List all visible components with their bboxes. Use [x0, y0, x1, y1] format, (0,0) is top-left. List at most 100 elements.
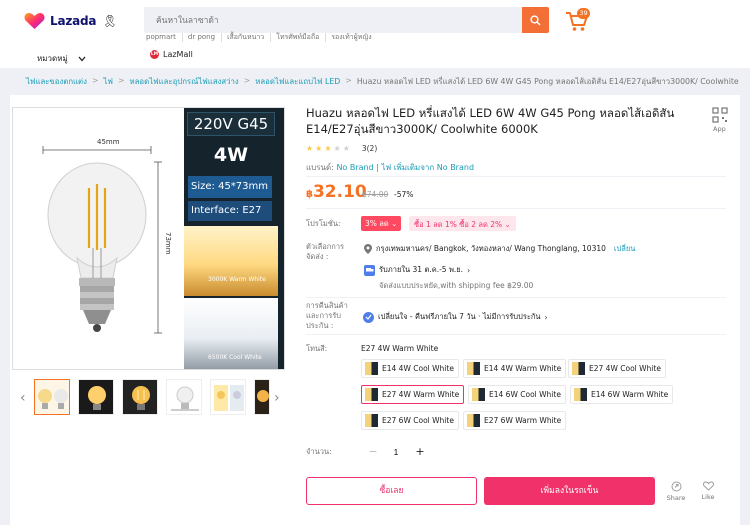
thumbnail[interactable]	[254, 379, 270, 415]
variant-thumbnail	[365, 362, 378, 375]
more-from-brand-link[interactable]: ไฟ เพิ่มเติมจาก No Brand	[381, 163, 474, 172]
star-icon: ★	[324, 144, 332, 153]
variant-option-selected[interactable]: E27 4W Warm White	[361, 385, 465, 404]
search-icon	[530, 14, 541, 26]
variant-thumbnail	[467, 414, 480, 427]
breadcrumb: ไฟและของตกแต่ง > ไฟ > หลอดไฟและอุปกรณ์ไฟ…	[26, 76, 739, 88]
location-text: กรุงเทพมหานคร/ Bangkok, วังทองหลาง/ Wang…	[376, 244, 606, 253]
brand-line: แบรนด์: No Brand | ไฟ เพิ่มเติมจาก No Br…	[306, 161, 474, 174]
search-bar	[144, 7, 549, 33]
variant-thumbnail	[365, 414, 378, 427]
change-location-link[interactable]: เปลี่ยน	[614, 243, 635, 255]
like-label: Like	[701, 493, 715, 501]
quick-link[interactable]: รองเท้าผู้หญิง	[331, 33, 377, 42]
heart-icon	[702, 481, 714, 491]
thumbnail[interactable]	[122, 379, 158, 415]
breadcrumb-item[interactable]: หลอดไฟและแถบไฟ LED	[255, 76, 340, 88]
price-currency: ฿	[306, 189, 313, 200]
size-label: Size: 45*73mm	[188, 176, 272, 198]
quantity-input[interactable]	[385, 444, 407, 460]
breadcrumb-separator: >	[117, 76, 125, 85]
add-to-cart-button[interactable]: เพิ่มลงในรถเข็น	[484, 477, 655, 505]
voltage-label: 220V G45	[187, 112, 275, 136]
thumbnail[interactable]	[210, 379, 246, 415]
promo-chip[interactable]: ซื้อ 1 ลด 1% ซื้อ 2 ลด 2% ⌄	[409, 216, 516, 231]
variant-option-label: E27 6W Warm White	[484, 416, 562, 425]
share-label: Share	[666, 494, 686, 502]
warm-light-swatch	[184, 226, 278, 296]
shipping-fee: จัดส่งแบบประหยัด,with shipping fee ฿29.0…	[379, 281, 534, 290]
promo-chip[interactable]: 3% ลด ⌄	[361, 216, 402, 231]
breadcrumb-separator: >	[91, 76, 99, 85]
delivery-time[interactable]: รับภายใน 31 ต.ค.-5 พ.ย. ›	[364, 264, 470, 276]
ribbon-icon: 🎗	[102, 14, 118, 28]
rating[interactable]: ★ ★ ★ ★ ★ 3(2)	[306, 144, 377, 153]
quantity-decrease-button[interactable]: −	[364, 444, 382, 460]
quick-link[interactable]: เสื้อกันหนาว	[227, 33, 272, 42]
lazmall-link[interactable]: LM LazMall	[150, 50, 193, 59]
wattage-label: 4W	[213, 144, 249, 166]
bulb-illustration	[42, 146, 162, 334]
breadcrumb-item[interactable]: ไฟและของตกแต่ง	[26, 76, 87, 88]
breadcrumb-item[interactable]: ไฟ	[103, 76, 112, 88]
variant-option-label: E14 4W Cool White	[382, 364, 454, 373]
return-policy[interactable]: เปลี่ยนใจ - คืนฟรีภายใน 7 วัน · ไม่มีการ…	[363, 311, 548, 323]
variant-label: โทนสี:	[306, 344, 328, 353]
thumbnail-next-icon[interactable]: ›	[274, 390, 280, 406]
chevron-down-icon	[78, 56, 86, 61]
promotion-label: โปรโมชั่น:	[306, 219, 341, 228]
lazada-logo[interactable]: Lazada 🎗	[24, 12, 118, 30]
selected-variant-text: E27 4W Warm White	[361, 344, 439, 353]
dimension-height-label: 73mm	[164, 232, 172, 255]
product-main-image[interactable]: 45mm 73mm 220V G45 4W Size: 45*73mm Inte…	[12, 107, 285, 370]
quantity-increase-button[interactable]: +	[411, 444, 429, 460]
variant-option-label: E14 6W Cool White	[489, 390, 561, 399]
variant-option-label: E27 6W Cool White	[382, 416, 454, 425]
search-input[interactable]	[144, 7, 522, 33]
quick-link[interactable]: โทรศัพท์มือถือ	[276, 33, 327, 42]
divider	[306, 176, 726, 177]
variant-option[interactable]: E14 6W Cool White	[468, 385, 566, 404]
thumbnail[interactable]	[78, 379, 114, 415]
divider	[306, 208, 726, 209]
star-icon: ★	[333, 144, 341, 153]
category-menu[interactable]: หมวดหมู่	[37, 52, 86, 65]
variant-option-label: E14 4W Warm White	[484, 364, 562, 373]
variant-option[interactable]: E27 4W Cool White	[568, 359, 666, 378]
share-button[interactable]: Share	[664, 481, 688, 502]
star-icon: ★	[315, 144, 323, 153]
variant-thumbnail	[365, 388, 378, 401]
star-icon: ★	[306, 144, 314, 153]
location-pin-icon	[364, 244, 372, 254]
variant-thumbnail	[572, 362, 585, 375]
variant-option[interactable]: E14 6W Warm White	[570, 385, 674, 404]
thumbnail[interactable]	[166, 379, 202, 415]
breadcrumb-item[interactable]: หลอดไฟและอุปกรณ์ไฟแสงสว่าง	[129, 76, 238, 88]
lazada-wordmark: Lazada	[50, 14, 97, 28]
buy-now-button[interactable]: ซื้อเลย	[306, 477, 477, 505]
rating-count: 3(2)	[361, 144, 378, 153]
thumbnail[interactable]	[34, 379, 70, 415]
price: ฿32.10	[306, 182, 367, 202]
thumbnail-prev-icon[interactable]: ‹	[20, 390, 26, 406]
cart-count-badge: 39	[577, 8, 590, 19]
chevron-right-icon: ›	[544, 312, 548, 322]
brand-link[interactable]: No Brand	[336, 163, 373, 172]
promo-text: 3% ลด	[365, 219, 389, 228]
qr-code-icon[interactable]	[712, 107, 728, 123]
like-button[interactable]: Like	[696, 481, 720, 501]
discount-percent: -57%	[394, 190, 414, 199]
search-button[interactable]	[522, 7, 549, 33]
quick-links: popmart dr pong เสื้อกันหนาว โทรศัพท์มือ…	[146, 33, 383, 42]
breadcrumb-separator: >	[243, 76, 251, 85]
dimension-width-label: 45mm	[97, 138, 120, 146]
quick-link[interactable]: popmart	[146, 33, 183, 42]
variant-option[interactable]: E14 4W Warm White	[463, 359, 567, 378]
top-header: Lazada 🎗 39 popmart dr pong เสื้อกันหนาว…	[0, 0, 750, 68]
quick-link[interactable]: dr pong	[188, 33, 223, 42]
variant-option[interactable]: E27 6W Cool White	[361, 411, 459, 430]
variant-thumbnail	[472, 388, 485, 401]
variant-option[interactable]: E14 4W Cool White	[361, 359, 459, 378]
variant-option[interactable]: E27 6W Warm White	[463, 411, 567, 430]
app-label: App	[713, 125, 726, 133]
